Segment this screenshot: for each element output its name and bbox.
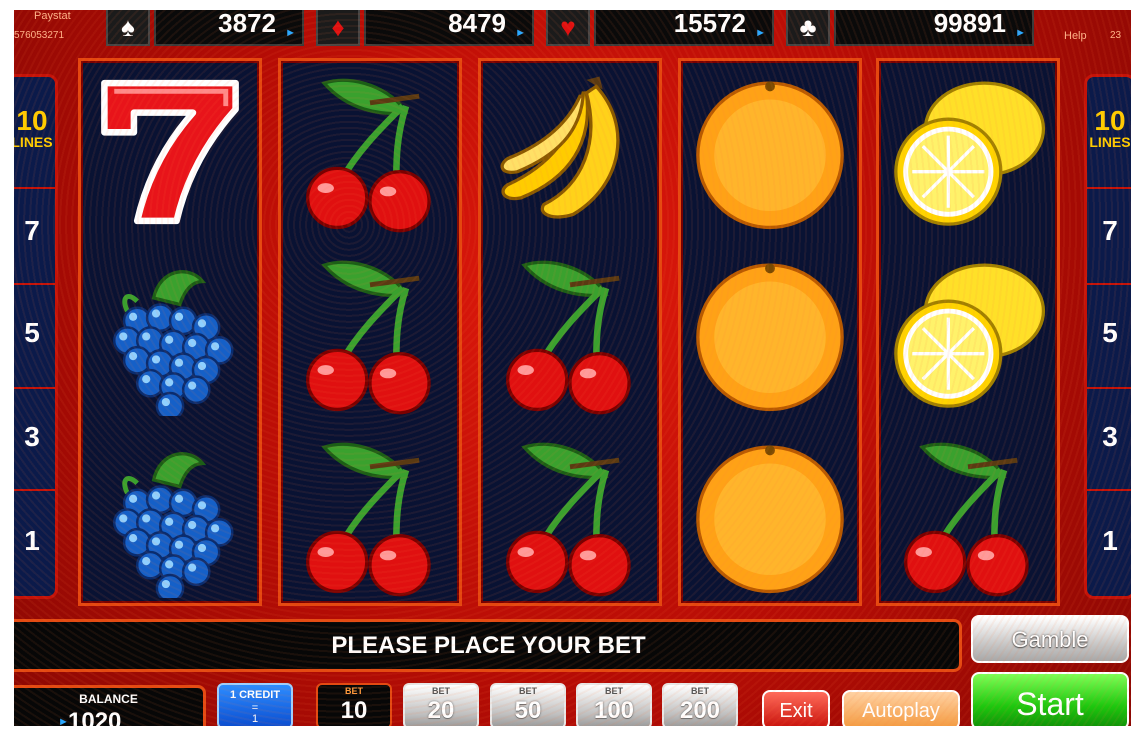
orange-symbol bbox=[681, 243, 859, 425]
spade-icon: ♠ bbox=[106, 10, 150, 46]
reel-5 bbox=[876, 58, 1060, 606]
left-lines-panel: 10 LINES 7 5 3 1 bbox=[14, 74, 58, 599]
reel-2 bbox=[278, 58, 462, 606]
seven-symbol bbox=[81, 61, 259, 243]
provider-logo: Paystat bbox=[34, 10, 71, 22]
jackpot-bar: Paystat 576053271 ♠ 3872 ► ♦ 8479 ► ♥ 1557… bbox=[14, 10, 1131, 48]
arrow-icon: ► bbox=[1015, 27, 1026, 39]
arrow-icon: ► bbox=[755, 27, 766, 39]
orange-symbol bbox=[681, 61, 859, 243]
jackpot-spades: 3872 ► bbox=[154, 10, 304, 46]
balance-value: 1020 bbox=[68, 708, 122, 726]
start-button[interactable]: Start bbox=[971, 672, 1129, 726]
session-id: 576053271 bbox=[14, 30, 65, 41]
credit-sub: = 1 bbox=[251, 702, 259, 725]
lines-badge[interactable]: 10 LINES bbox=[1087, 107, 1131, 150]
line-indicator-3[interactable]: 3 bbox=[14, 421, 55, 453]
cherry-symbol bbox=[481, 425, 659, 607]
bet-button-10[interactable]: BET 10 bbox=[316, 683, 392, 726]
divider bbox=[14, 387, 55, 389]
reel-3 bbox=[478, 58, 662, 606]
cherry-symbol bbox=[281, 243, 459, 425]
grapes-symbol bbox=[81, 425, 259, 607]
divider bbox=[14, 283, 55, 285]
jackpot-diamonds: 8479 ► bbox=[364, 10, 534, 46]
club-icon: ♣ bbox=[786, 10, 830, 46]
line-indicator-5[interactable]: 5 bbox=[1087, 317, 1131, 349]
gamble-button[interactable]: Gamble bbox=[971, 615, 1129, 663]
right-lines-panel: 10 LINES 7 5 3 1 bbox=[1084, 74, 1131, 599]
bet-button-100[interactable]: BET 100 bbox=[576, 683, 652, 726]
bet-button-20[interactable]: BET 20 bbox=[403, 683, 479, 726]
cherry-symbol bbox=[879, 425, 1057, 607]
status-message: PLEASE PLACE YOUR BET bbox=[14, 619, 962, 672]
jackpot-hearts: 15572 ► bbox=[594, 10, 774, 46]
divider bbox=[1087, 283, 1131, 285]
line-indicator-7[interactable]: 7 bbox=[1087, 215, 1131, 247]
lemon-symbol bbox=[879, 243, 1057, 425]
divider bbox=[1087, 489, 1131, 491]
lines-badge[interactable]: 10 LINES bbox=[14, 107, 55, 150]
cherry-symbol bbox=[281, 425, 459, 607]
jackpot-clubs: 99891 ► bbox=[834, 10, 1034, 46]
banana-symbol bbox=[481, 61, 659, 243]
divider bbox=[14, 187, 55, 189]
heart-icon: ♥ bbox=[546, 10, 590, 46]
credit-value-button[interactable]: 1 CREDIT = 1 bbox=[217, 683, 293, 726]
divider bbox=[1087, 387, 1131, 389]
line-indicator-5[interactable]: 5 bbox=[14, 317, 55, 349]
diamond-icon: ♦ bbox=[316, 10, 360, 46]
reel-1 bbox=[78, 58, 262, 606]
balance-label: BALANCE bbox=[79, 692, 138, 706]
arrow-icon: ► bbox=[285, 27, 296, 39]
exit-button[interactable]: Exit bbox=[762, 690, 830, 726]
divider bbox=[1087, 187, 1131, 189]
lemon-symbol bbox=[879, 61, 1057, 243]
autoplay-button[interactable]: Autoplay bbox=[842, 690, 960, 726]
line-indicator-3[interactable]: 3 bbox=[1087, 421, 1131, 453]
line-indicator-7[interactable]: 7 bbox=[14, 215, 55, 247]
slot-machine: Paystat 576053271 ♠ 3872 ► ♦ 8479 ► ♥ 1557… bbox=[14, 10, 1131, 726]
cherry-symbol bbox=[281, 61, 459, 243]
line-indicator-1[interactable]: 1 bbox=[14, 525, 55, 557]
corner-number: 23 bbox=[1110, 30, 1122, 41]
divider bbox=[14, 489, 55, 491]
cherry-symbol bbox=[481, 243, 659, 425]
bet-button-50[interactable]: BET 50 bbox=[490, 683, 566, 726]
grapes-symbol bbox=[81, 243, 259, 425]
balance-display: BALANCE ► 1020 bbox=[14, 685, 206, 726]
credit-label: 1 CREDIT bbox=[229, 689, 281, 701]
bet-button-200[interactable]: BET 200 bbox=[662, 683, 738, 726]
arrow-icon: ► bbox=[515, 27, 526, 39]
help-link[interactable]: Help bbox=[1064, 30, 1087, 42]
line-indicator-1[interactable]: 1 bbox=[1087, 525, 1131, 557]
orange-symbol bbox=[681, 425, 859, 607]
reel-4 bbox=[678, 58, 862, 606]
